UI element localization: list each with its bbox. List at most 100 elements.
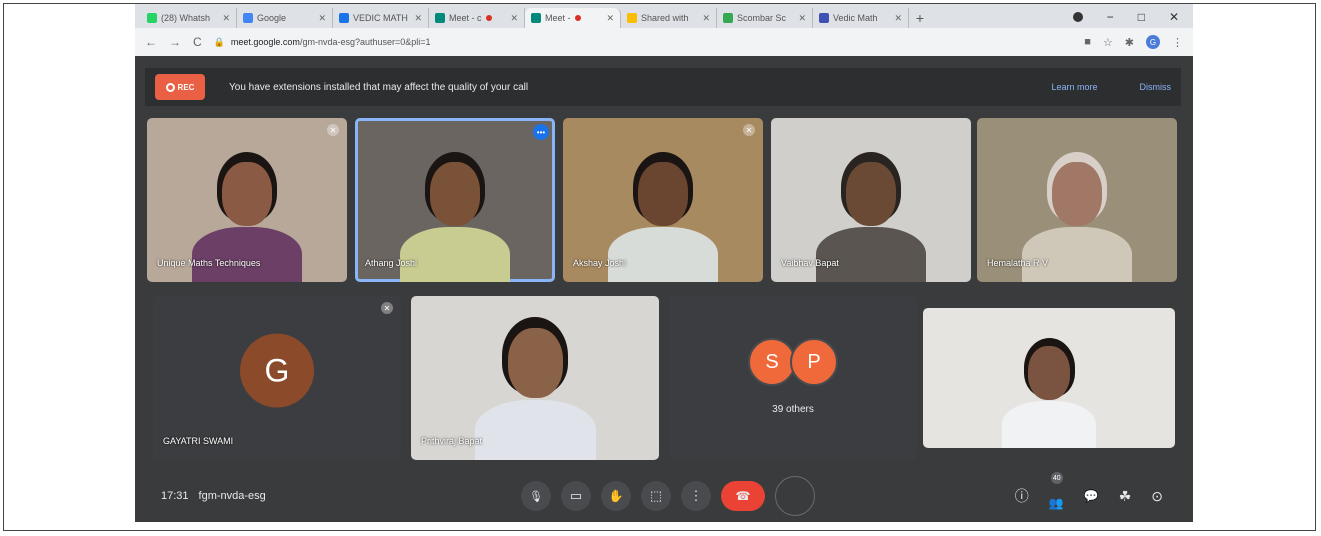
more-icon: ⋮ [689, 488, 703, 503]
extensions-puzzle-icon[interactable]: ✱ [1125, 36, 1134, 49]
participant-name: Vaibhav Bapat [781, 258, 839, 268]
new-tab-button[interactable]: + [909, 8, 931, 28]
camera-button[interactable]: ▭ [561, 481, 591, 511]
tab-close-icon[interactable]: ✕ [702, 13, 710, 24]
bookmark-star-icon[interactable]: ☆ [1103, 36, 1113, 49]
tab-favicon-icon [243, 13, 253, 23]
camera-permission-icon[interactable]: ■ [1084, 36, 1091, 48]
participant-video-face [1027, 346, 1071, 401]
present-button[interactable]: ⬚ [641, 481, 671, 511]
participant-video-body [400, 227, 510, 282]
dismiss-link[interactable]: Dismiss [1140, 82, 1172, 92]
participant-video-body [608, 227, 718, 282]
tile-more-options-icon[interactable]: ••• [533, 124, 549, 140]
participant-name: Athang Joshi [365, 258, 418, 268]
mic-button[interactable]: 🎙 [521, 481, 551, 511]
browser-tab[interactable]: (28) Whatsh ✕ [141, 8, 237, 28]
tab-favicon-icon [339, 13, 349, 23]
people-icon: 👥 [1048, 496, 1064, 510]
tab-favicon-icon [627, 13, 637, 23]
present-icon: ⬚ [649, 488, 663, 503]
participant-initial-avatar: G [240, 333, 314, 408]
others-count-label: 39 others [772, 404, 814, 415]
participant-tile-video[interactable]: Unique Maths Techniques ✕ [147, 118, 347, 282]
participant-video-face [430, 162, 480, 226]
participant-tile-video[interactable]: Vaibhav Bapat [771, 118, 971, 282]
tab-favicon-icon [147, 13, 157, 23]
participant-tile-video[interactable] [923, 308, 1175, 448]
recording-label: REC [177, 82, 195, 92]
learn-more-link[interactable]: Learn more [1051, 82, 1097, 92]
url-path: /gm-nvda-esg?authuser=0&pli=1 [299, 37, 431, 47]
url-host: meet.google.com [230, 37, 300, 47]
close-window-button[interactable]: ✕ [1169, 10, 1179, 24]
tab-close-icon[interactable]: ✕ [894, 13, 902, 24]
browser-tab[interactable]: Meet - ✕ [525, 8, 621, 28]
maximize-button[interactable]: □ [1138, 10, 1145, 24]
participant-tile-letter[interactable]: ✕ G GAYATRI SWAMI [153, 296, 401, 460]
participant-tile-video[interactable]: Athang Joshi ••• [355, 118, 555, 282]
browser-toolbar: ← → C 🔒 meet.google.com/gm-nvda-esg?auth… [135, 28, 1193, 56]
raise-hand-button[interactable]: ✋ [601, 481, 631, 511]
profile-avatar[interactable]: G [1146, 35, 1160, 49]
tab-recording-icon [574, 15, 581, 21]
meeting-code: fgm-nvda-esg [198, 490, 266, 502]
meeting-info: 17:31 fgm-nvda-esg [161, 490, 521, 502]
browser-tab[interactable]: Scombar Sc ✕ [717, 8, 813, 28]
people-button[interactable]: 40 👥 [1048, 472, 1064, 510]
participant-video-face [507, 328, 563, 399]
tab-title: (28) Whatsh [161, 13, 211, 23]
back-arrow-icon[interactable]: ← [145, 35, 157, 49]
tab-close-icon[interactable]: ✕ [318, 13, 326, 24]
record-dot-icon [165, 82, 175, 92]
participant-name: Unique Maths Techniques [157, 258, 261, 268]
forward-arrow-icon[interactable]: → [169, 35, 181, 49]
address-bar[interactable]: 🔒 meet.google.com/gm-nvda-esg?authuser=0… [214, 32, 1073, 52]
tab-title: Meet - [545, 13, 571, 23]
browser-tab[interactable]: Shared with ✕ [621, 8, 717, 28]
banner-message: You have extensions installed that may a… [229, 81, 529, 93]
tab-close-icon[interactable]: ✕ [798, 13, 806, 24]
participant-tile-video[interactable]: Akshay Joshi ✕ [563, 118, 763, 282]
meet-stage: REC You have extensions installed that m… [135, 56, 1193, 522]
profile-icon[interactable] [1072, 12, 1083, 22]
participant-name: Prithviraj Bapat [421, 436, 483, 446]
participant-video-body [1022, 227, 1132, 282]
browser-window: (28) Whatsh ✕ Google ✕ VEDIC MATH ✕ Meet - c ✕ M… [135, 4, 1193, 522]
others-avatar-p: P [790, 338, 838, 386]
more-options-button[interactable]: ⋮ [681, 481, 711, 511]
participant-tile-video[interactable]: Prithviraj Bapat [411, 296, 659, 460]
info-icon[interactable]: ⓘ [1015, 486, 1029, 506]
chat-icon[interactable]: 💬 [1084, 489, 1099, 503]
window-controls: − □ ✕ [1072, 6, 1193, 28]
participant-tile-video[interactable]: Hemalatha R V [977, 118, 1177, 282]
participant-name: Akshay Joshi [573, 258, 627, 268]
tab-close-icon[interactable]: ✕ [414, 13, 422, 24]
participant-tile-others[interactable]: S P 39 others [669, 296, 917, 460]
participant-video-face [846, 162, 896, 226]
browser-tab[interactable]: Vedic Math ✕ [813, 8, 909, 28]
participant-video-body [816, 227, 926, 282]
activities-icon[interactable]: ☘ [1119, 488, 1132, 505]
tab-title: Meet - c [449, 13, 482, 23]
minimize-button[interactable]: − [1107, 10, 1114, 24]
tab-favicon-icon [723, 13, 733, 23]
browser-menu-icon[interactable]: ⋮ [1172, 36, 1183, 49]
browser-tab[interactable]: Meet - c ✕ [429, 8, 525, 28]
tab-favicon-icon [435, 13, 445, 23]
participant-video-body [1002, 401, 1096, 448]
participant-name: Hemalatha R V [987, 258, 1049, 268]
browser-tab[interactable]: VEDIC MATH ✕ [333, 8, 429, 28]
tab-close-icon[interactable]: ✕ [222, 13, 230, 24]
host-controls-icon[interactable]: ⊙ [1151, 488, 1163, 505]
tab-close-icon[interactable]: ✕ [510, 13, 518, 24]
mic-muted-icon: ✕ [381, 302, 393, 314]
hangup-icon: ☎ [735, 489, 751, 503]
call-controls: 🎙 ▭ ✋ ⬚ ⋮ ☎ [521, 476, 815, 516]
reload-icon[interactable]: C [193, 35, 202, 49]
lock-icon: 🔒 [213, 36, 225, 47]
leave-call-button[interactable]: ☎ [721, 481, 765, 511]
tab-close-icon[interactable]: ✕ [606, 13, 614, 24]
extensions-warning-banner: REC You have extensions installed that m… [145, 68, 1181, 106]
browser-tab[interactable]: Google ✕ [237, 8, 333, 28]
